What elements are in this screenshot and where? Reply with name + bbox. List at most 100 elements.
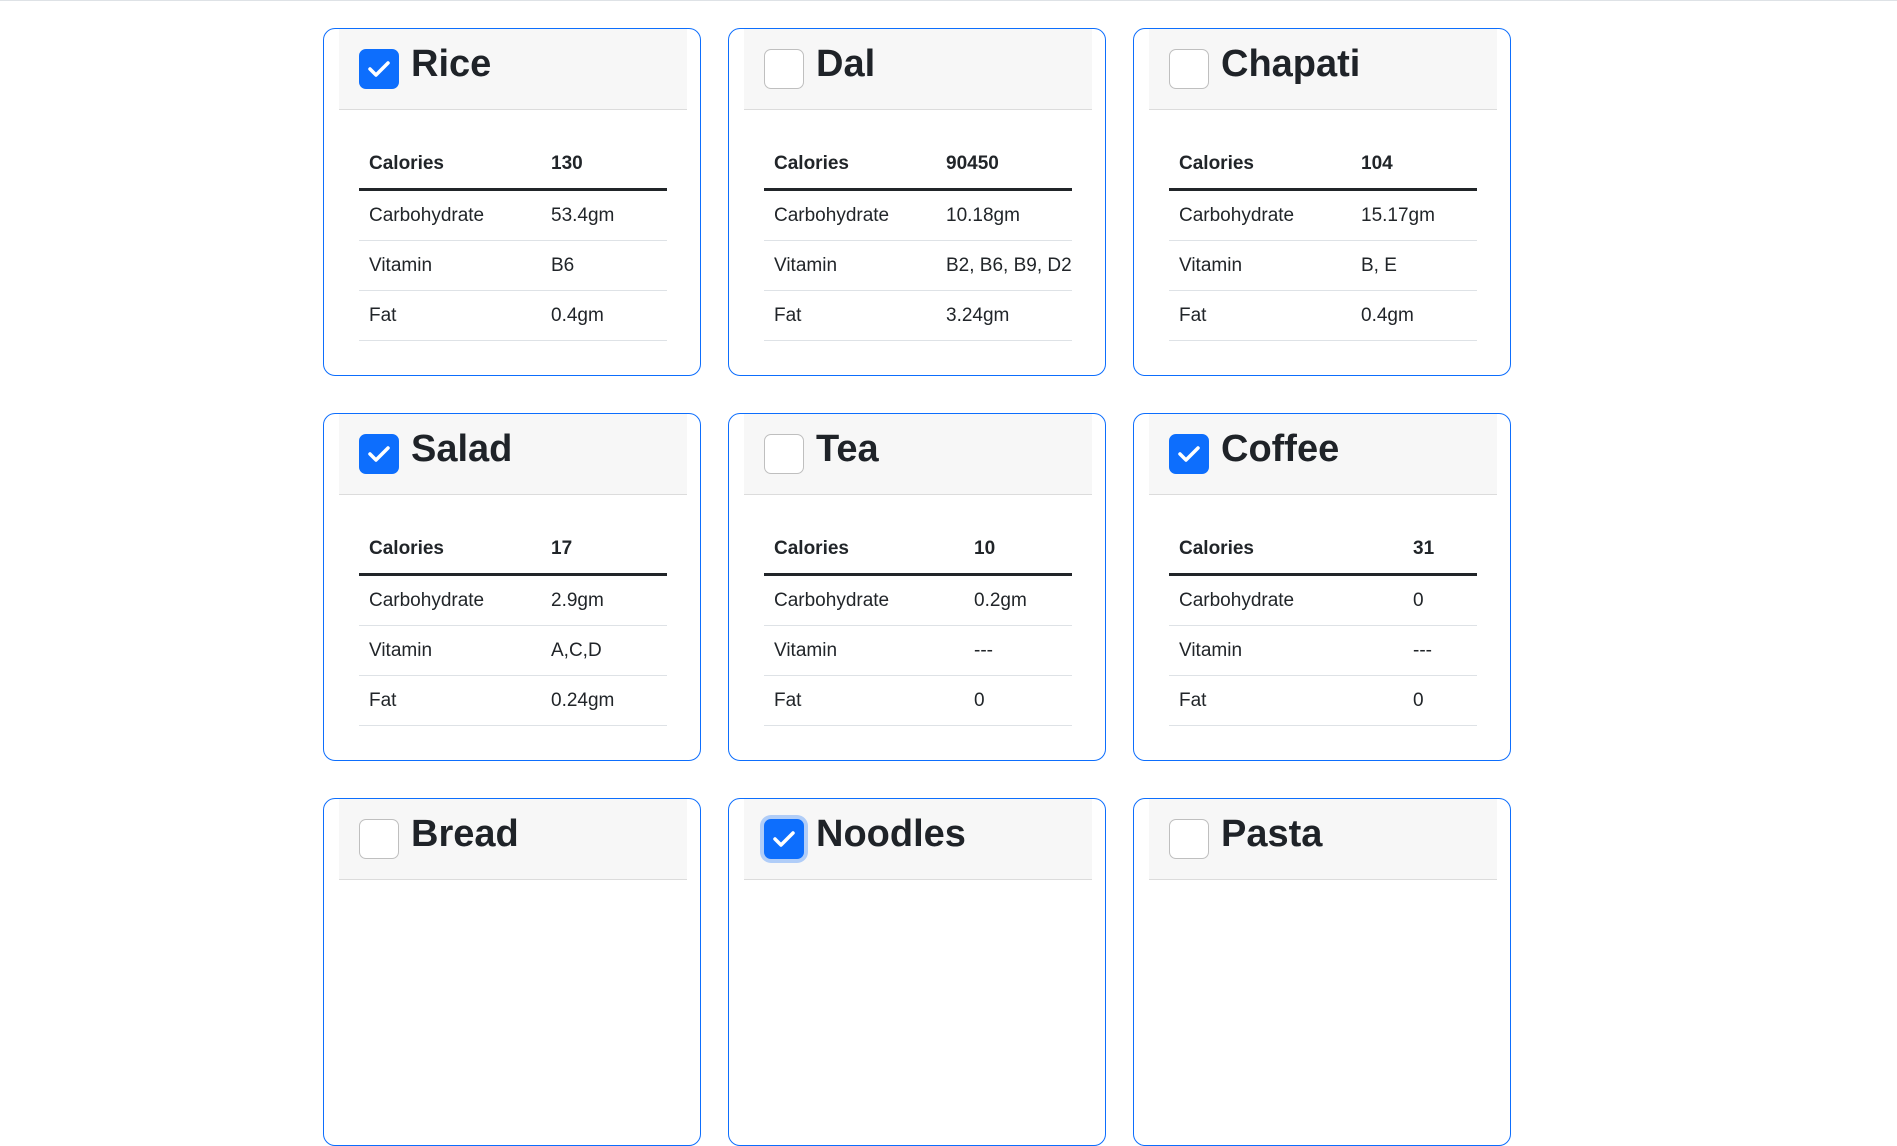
nutrient-label: Vitamin (774, 255, 838, 276)
calories-value: 90450 (946, 153, 999, 174)
nutrition-table: Calories 130 Carbohydrate 53.4gm Vitamin… (359, 139, 667, 341)
nutrient-value: --- (1413, 640, 1432, 661)
food-checkbox[interactable] (764, 819, 804, 859)
calories-value: 31 (1413, 538, 1435, 559)
nutrient-label: Carbohydrate (369, 205, 485, 226)
nutrient-value: B6 (551, 255, 575, 276)
table-row: Carbohydrate 0.2gm (764, 576, 1072, 626)
calories-label: Calories (1179, 538, 1254, 559)
food-name: Tea (816, 428, 879, 470)
calories-label: Calories (774, 538, 849, 559)
nutrient-label: Vitamin (369, 255, 433, 276)
nutrient-value: 0 (1413, 590, 1424, 611)
checkmark-icon (368, 446, 390, 462)
calories-value: 130 (551, 153, 583, 174)
card-header: Tea (744, 414, 1092, 495)
card-header: Rice (339, 29, 687, 110)
table-row: Fat 3.24gm (764, 291, 1072, 341)
nutrient-value: A,C,D (551, 640, 602, 661)
table-row: Carbohydrate 10.18gm (764, 191, 1072, 241)
table-row: Vitamin B2, B6, B9, D2 (764, 241, 1072, 291)
nutrient-label: Carbohydrate (1179, 205, 1295, 226)
card-header: Pasta (1149, 799, 1497, 880)
table-row: Vitamin B, E (1169, 241, 1477, 291)
nutrient-label: Fat (1179, 690, 1207, 711)
table-row: Carbohydrate 0 (1169, 576, 1477, 626)
calories-value: 10 (974, 538, 996, 559)
food-checkbox[interactable] (764, 49, 804, 89)
food-checkbox[interactable] (359, 49, 399, 89)
table-row: Vitamin --- (1169, 626, 1477, 676)
table-row: Vitamin B6 (359, 241, 667, 291)
calories-label: Calories (369, 538, 444, 559)
food-checkbox[interactable] (1169, 819, 1209, 859)
nutrient-label: Fat (369, 305, 397, 326)
food-name: Bread (411, 813, 519, 855)
nutrition-table: Calories 10 Carbohydrate 0.2gm Vitamin -… (764, 524, 1072, 726)
food-card-pasta: Pasta (1133, 798, 1511, 1146)
card-header: Coffee (1149, 414, 1497, 495)
table-row: Fat 0.24gm (359, 676, 667, 726)
calories-value: 104 (1361, 153, 1393, 174)
card-header: Dal (744, 29, 1092, 110)
food-card-chapati: Chapati Calories 104 Carbohydrate 15.17g… (1133, 28, 1511, 376)
food-checkbox[interactable] (1169, 49, 1209, 89)
checkmark-icon (1178, 446, 1200, 462)
calories-value: 17 (551, 538, 573, 559)
table-row: Carbohydrate 53.4gm (359, 191, 667, 241)
nutrient-label: Vitamin (369, 640, 433, 661)
food-name: Salad (411, 428, 513, 470)
food-card-bread: Bread (323, 798, 701, 1146)
nutrient-value: 0 (974, 690, 985, 711)
card-header: Salad (339, 414, 687, 495)
nutrient-label: Carbohydrate (1179, 590, 1295, 611)
card-header: Bread (339, 799, 687, 880)
card-header: Chapati (1149, 29, 1497, 110)
nutrition-table: Calories 17 Carbohydrate 2.9gm Vitamin A… (359, 524, 667, 726)
table-row: Vitamin --- (764, 626, 1072, 676)
top-divider (0, 0, 1897, 1)
food-card-dal: Dal Calories 90450 Carbohydrate 10.18gm … (728, 28, 1106, 376)
food-card-salad: Salad Calories 17 Carbohydrate 2.9gm Vit… (323, 413, 701, 761)
food-card-noodles: Noodles (728, 798, 1106, 1146)
calories-label: Calories (369, 153, 444, 174)
table-row: Fat 0.4gm (359, 291, 667, 341)
nutrient-label: Fat (774, 305, 802, 326)
nutrient-value: 10.18gm (946, 205, 1020, 226)
food-checkbox[interactable] (359, 434, 399, 474)
nutrient-value: B, E (1361, 255, 1397, 276)
nutrient-label: Fat (1179, 305, 1207, 326)
card-header: Noodles (744, 799, 1092, 880)
table-row: Vitamin A,C,D (359, 626, 667, 676)
table-row: Fat 0 (764, 676, 1072, 726)
nutrient-label: Carbohydrate (774, 590, 890, 611)
checkmark-icon (773, 831, 795, 847)
table-header-row: Calories 130 (359, 139, 667, 191)
nutrient-value: 0.24gm (551, 690, 615, 711)
table-header-row: Calories 17 (359, 524, 667, 576)
food-checkbox[interactable] (359, 819, 399, 859)
checkmark-icon (368, 61, 390, 77)
nutrient-value: 2.9gm (551, 590, 604, 611)
nutrient-value: 0.2gm (974, 590, 1027, 611)
food-checkbox[interactable] (1169, 434, 1209, 474)
nutrient-label: Fat (369, 690, 397, 711)
food-checkbox[interactable] (764, 434, 804, 474)
food-card-rice: Rice Calories 130 Carbohydrate 53.4gm Vi… (323, 28, 701, 376)
calories-label: Calories (1179, 153, 1254, 174)
nutrition-table: Calories 104 Carbohydrate 15.17gm Vitami… (1169, 139, 1477, 341)
food-name: Pasta (1221, 813, 1323, 855)
nutrient-label: Vitamin (1179, 255, 1243, 276)
nutrient-label: Vitamin (774, 640, 838, 661)
nutrient-value: --- (974, 640, 993, 661)
food-name: Rice (411, 43, 492, 85)
nutrient-label: Carbohydrate (369, 590, 485, 611)
table-header-row: Calories 90450 (764, 139, 1072, 191)
nutrient-value: 15.17gm (1361, 205, 1435, 226)
nutrient-label: Carbohydrate (774, 205, 890, 226)
table-header-row: Calories 10 (764, 524, 1072, 576)
food-name: Dal (816, 43, 876, 85)
nutrient-value: 3.24gm (946, 305, 1010, 326)
nutrient-label: Fat (774, 690, 802, 711)
food-name: Chapati (1221, 43, 1361, 85)
